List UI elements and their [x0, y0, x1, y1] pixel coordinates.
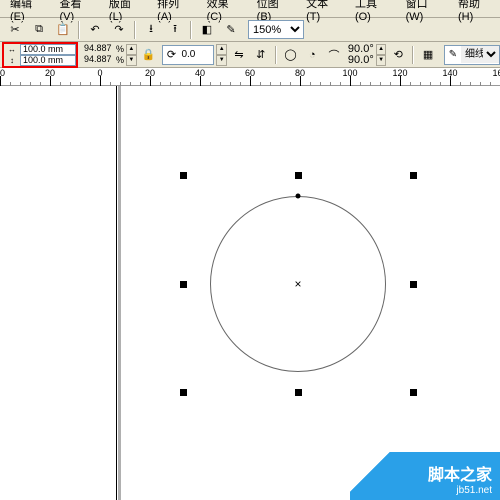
zoom-select[interactable]: 150%	[248, 20, 304, 39]
pen-icon: ✎	[445, 49, 461, 60]
mirror-v-icon: ⇵	[256, 48, 265, 61]
page-shadow	[118, 86, 121, 500]
mirror-v-button[interactable]: ⇵	[251, 45, 271, 65]
handle-bl[interactable]	[180, 389, 187, 396]
degree-label: °	[369, 54, 373, 66]
ruler-label: 20	[145, 68, 155, 78]
height-field[interactable]: 100.0 mm	[20, 55, 76, 66]
wrap-button[interactable]: ▦	[418, 45, 438, 65]
menu-window[interactable]: 窗口(W)	[400, 0, 450, 24]
scale-y-field[interactable]: 94.887	[82, 55, 116, 66]
scale-box: 94.887% 94.887%	[82, 44, 124, 66]
separator	[78, 21, 80, 39]
percent-label: %	[116, 55, 124, 65]
app-button[interactable]: ◧	[196, 20, 218, 40]
lock-ratio-button[interactable]: 🔒	[139, 45, 159, 65]
handle-ml[interactable]	[180, 281, 187, 288]
menu-help[interactable]: 帮助(H)	[452, 0, 500, 24]
separator	[412, 46, 414, 64]
rotation-spinner[interactable]: ▲▼	[216, 44, 227, 66]
undo-icon: ↶	[90, 23, 99, 36]
page-edge	[116, 86, 117, 500]
import-icon: ⭳	[149, 20, 153, 39]
angle-b-field[interactable]: 90.0	[348, 54, 369, 66]
copy-button[interactable]: ⧉	[28, 20, 50, 40]
menu-bar: 编辑(E) 查看(V) 版面(L) 排列(A) 效果(C) 位图(B) 文本(T…	[0, 0, 500, 18]
watermark-url: jb51.net	[456, 485, 492, 496]
scale-x-field[interactable]: 94.887	[82, 44, 116, 55]
object-center-marker: ×	[294, 277, 301, 291]
import-button[interactable]: ⭳	[140, 20, 162, 40]
arc-icon: ⌒	[329, 47, 340, 63]
ellipse-icon: ◯	[284, 48, 296, 61]
ruler-label: 20	[45, 68, 55, 78]
pie-button[interactable]: ◔	[302, 45, 322, 65]
paste-button[interactable]: 📋	[52, 20, 74, 40]
copy-icon: ⧉	[35, 23, 43, 36]
paste-icon: 📋	[56, 23, 70, 36]
canvas-area[interactable]: ×	[0, 86, 500, 500]
horizontal-ruler: 40 20 0 20 40 60 80 100 120 140 160	[0, 68, 500, 86]
rotation-handle[interactable]	[296, 194, 301, 199]
ruler-label: 60	[245, 68, 255, 78]
rotation-field[interactable]: 0.0	[179, 49, 213, 60]
redo-icon: ↷	[114, 23, 123, 36]
width-field[interactable]: 100.0 mm	[20, 44, 76, 55]
zoom-control: 150%	[248, 20, 304, 39]
scale-spinner[interactable]: ▲▼	[126, 44, 137, 66]
direction-button[interactable]: ⟲	[388, 45, 408, 65]
mirror-h-icon: ⇋	[234, 48, 243, 61]
pie-icon: ◔	[309, 49, 316, 61]
app-icon: ◧	[202, 23, 212, 36]
wand-icon: ✎	[226, 23, 235, 36]
angle-spinner[interactable]: ▲▼	[376, 44, 387, 66]
watermark: 脚本之家 jb51.net	[350, 452, 500, 500]
ruler-label: 160	[492, 68, 500, 78]
ruler-label: 40	[0, 68, 5, 78]
rotation-box: ⟳ 0.0	[162, 45, 214, 65]
width-icon: ↔	[4, 44, 20, 55]
separator	[275, 46, 277, 64]
ruler-label: 0	[97, 68, 102, 78]
export-icon: ⭱	[173, 20, 177, 39]
wrap-icon: ▦	[423, 48, 433, 61]
ruler-label: 140	[442, 68, 457, 78]
angle-box: 90.0° 90.0°	[348, 44, 374, 66]
menu-tools[interactable]: 工具(O)	[349, 0, 398, 24]
export-button[interactable]: ⭱	[164, 20, 186, 40]
handle-mr[interactable]	[410, 281, 417, 288]
separator	[134, 21, 136, 39]
outline-width-select[interactable]: 细线	[461, 46, 499, 63]
handle-bc[interactable]	[295, 389, 302, 396]
ruler-label: 120	[392, 68, 407, 78]
wand-button[interactable]: ✎	[220, 20, 242, 40]
ruler-label: 40	[195, 68, 205, 78]
handle-tl[interactable]	[180, 172, 187, 179]
redo-button[interactable]: ↷	[108, 20, 130, 40]
lock-icon: 🔒	[142, 48, 156, 61]
handle-tr[interactable]	[410, 172, 417, 179]
menu-text[interactable]: 文本(T)	[300, 0, 347, 24]
handle-tc[interactable]	[295, 172, 302, 179]
watermark-title: 脚本之家	[428, 461, 492, 485]
object-size-box: ↔ 100.0 mm ↕ 100.0 mm	[2, 42, 78, 68]
direction-icon: ⟲	[394, 48, 403, 61]
ruler-label: 80	[295, 68, 305, 78]
cut-icon: ✂	[10, 23, 19, 36]
height-icon: ↕	[4, 55, 20, 66]
ellipse-button[interactable]: ◯	[281, 45, 301, 65]
outline-width-box: ✎ 细线	[444, 45, 500, 65]
percent-label: %	[116, 44, 124, 54]
separator	[190, 21, 192, 39]
mirror-h-button[interactable]: ⇋	[229, 45, 249, 65]
property-bar: ↔ 100.0 mm ↕ 100.0 mm 94.887% 94.887% ▲▼…	[0, 42, 500, 68]
cut-button[interactable]: ✂	[4, 20, 26, 40]
arc-button[interactable]: ⌒	[324, 45, 344, 65]
rotate-icon: ⟳	[163, 48, 179, 61]
undo-button[interactable]: ↶	[84, 20, 106, 40]
ruler-label: 100	[342, 68, 357, 78]
handle-br[interactable]	[410, 389, 417, 396]
